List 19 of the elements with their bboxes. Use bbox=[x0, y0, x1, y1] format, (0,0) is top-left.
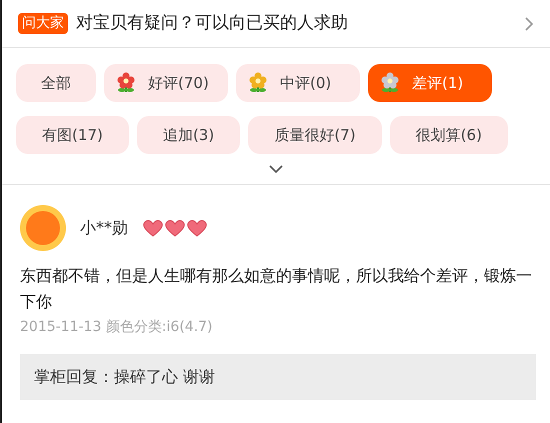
seller-reply: 掌柜回复：操碎了心 谢谢 bbox=[20, 354, 536, 400]
user-name: 小**勋 bbox=[80, 217, 128, 239]
ask-prompt[interactable]: 对宝贝有疑问？可以向已买的人求助 bbox=[76, 10, 524, 36]
chevron-down-icon[interactable] bbox=[268, 164, 284, 174]
filter-tag[interactable]: 质量很好(7) bbox=[248, 116, 382, 154]
filter-tag[interactable]: 很划算(6) bbox=[390, 116, 508, 154]
review-text: 东西都不错，但是人生哪有那么如意的事情呢，所以我给个差评，锻炼一下你 bbox=[20, 265, 532, 313]
filter-tag[interactable]: 好评(70) bbox=[104, 64, 228, 102]
filter-tag[interactable]: 中评(0) bbox=[236, 64, 360, 102]
ask-badge: 问大家 bbox=[18, 13, 68, 34]
chevron-right-icon[interactable] bbox=[524, 16, 534, 32]
heart-icon bbox=[186, 219, 208, 237]
filter-tag[interactable]: 全部 bbox=[16, 64, 96, 102]
heart-icon bbox=[164, 219, 186, 237]
review-meta: 2015-11-13 颜色分类:i6(4.7) bbox=[20, 318, 214, 337]
filter-tag[interactable]: 有图(17) bbox=[16, 116, 129, 154]
avatar bbox=[20, 205, 66, 251]
filter-tag[interactable]: 追加(3) bbox=[136, 116, 240, 154]
heart-icon bbox=[142, 219, 164, 237]
